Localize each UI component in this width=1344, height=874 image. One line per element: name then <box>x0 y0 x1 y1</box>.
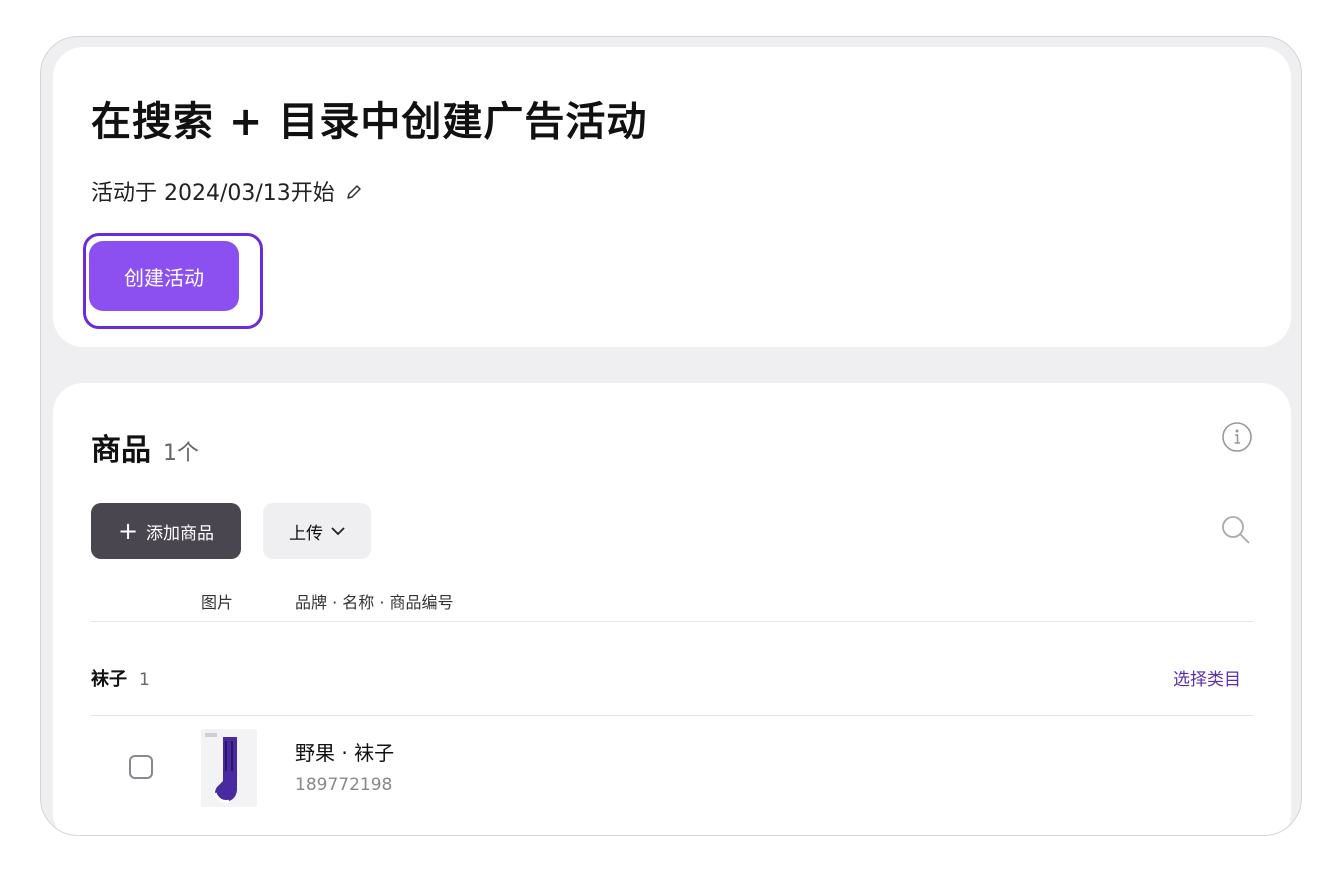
products-title: 商品 <box>91 433 151 468</box>
product-thumbnail <box>201 729 257 807</box>
row-checkbox[interactable] <box>129 755 153 779</box>
upload-dropdown[interactable]: 上传 <box>263 503 371 559</box>
page-title: 在搜索 + 目录中创建广告活动 <box>91 99 648 145</box>
products-count: 1个 <box>163 441 199 466</box>
search-icon[interactable] <box>1219 513 1253 547</box>
campaign-card: 在搜索 + 目录中创建广告活动 活动于 2024/03/13开始 创建活动 <box>53 47 1291 347</box>
start-date-text: 活动于 2024/03/13开始 <box>91 181 335 206</box>
column-header-image: 图片 <box>201 593 234 612</box>
products-header: 商品 1个 <box>91 425 199 469</box>
products-card: 商品 1个 + 添加商品 上传 图片 品牌 · 名称 · 商品编号 袜子 1 选… <box>53 383 1291 835</box>
app-frame: 在搜索 + 目录中创建广告活动 活动于 2024/03/13开始 创建活动 商品… <box>40 36 1302 836</box>
group-divider <box>91 715 1253 716</box>
category-count: 1 <box>139 670 150 690</box>
add-product-label: 添加商品 <box>146 523 215 544</box>
plus-icon: + <box>117 517 139 545</box>
create-campaign-button[interactable]: 创建活动 <box>89 241 239 311</box>
pencil-icon[interactable] <box>345 182 363 200</box>
campaign-start-date: 活动于 2024/03/13开始 <box>91 175 363 207</box>
select-category-link[interactable]: 选择类目 <box>1173 665 1241 690</box>
column-header-info: 品牌 · 名称 · 商品编号 <box>295 593 454 612</box>
product-name: 野果 · 袜子 <box>295 741 395 765</box>
add-product-button[interactable]: + 添加商品 <box>91 503 241 559</box>
upload-label: 上传 <box>289 523 323 544</box>
header-divider <box>91 621 1253 622</box>
category-name: 袜子 <box>91 669 127 690</box>
chevron-down-icon <box>331 521 345 541</box>
product-id: 189772198 <box>295 775 393 795</box>
info-icon[interactable] <box>1221 421 1253 453</box>
category-group: 袜子 1 <box>91 665 150 691</box>
